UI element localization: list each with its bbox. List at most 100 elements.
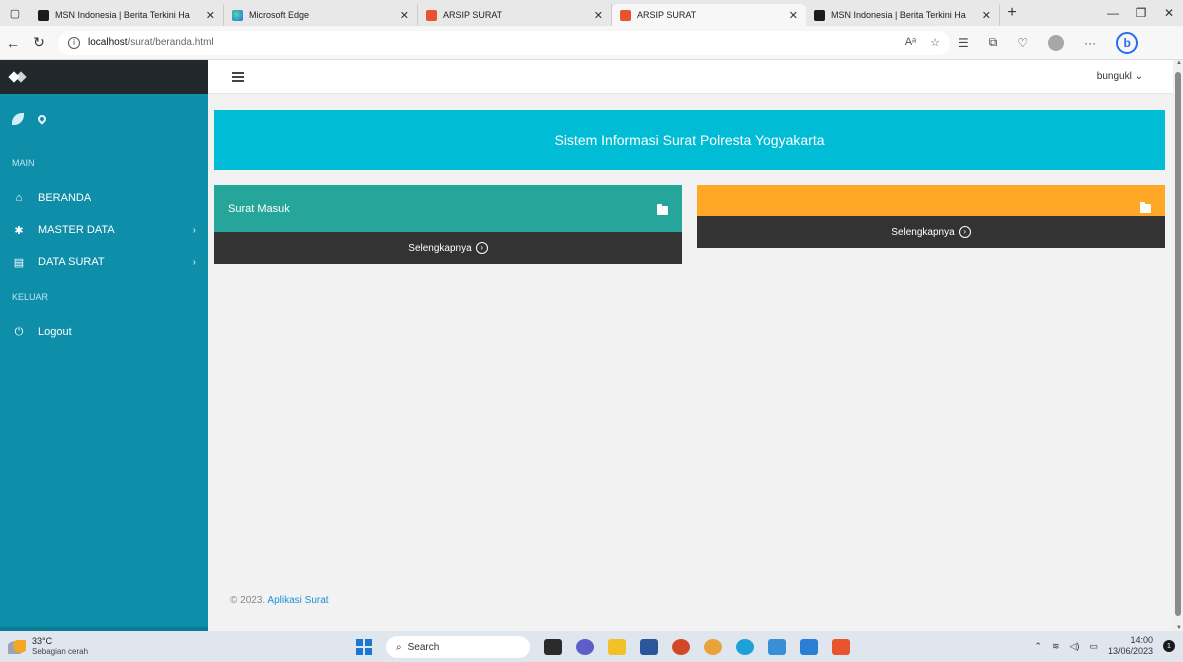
user-avatar-icon — [12, 113, 24, 125]
sidebar-item-data-surat[interactable]: ▤ DATA SURAT › — [0, 246, 208, 278]
msn-icon — [814, 9, 825, 21]
clock-date: 13/06/2023 — [1107, 646, 1153, 656]
window-controls: — ❐ ✕ — [1099, 0, 1183, 26]
tab-actions-icon[interactable]: ▢ — [0, 0, 30, 26]
close-window-icon[interactable]: ✕ — [1155, 6, 1183, 20]
browser-tab-5[interactable]: MSN Indonesia | Berita Terkini Ha ✕ — [806, 4, 1000, 26]
windows-taskbar: 33°C Sebagian cerah ⌕ Search ⌃ ≋ ◁) ▭ 14… — [0, 631, 1183, 662]
system-clock[interactable]: 14:00 13/06/2023 — [1108, 635, 1153, 657]
favorite-star-icon[interactable]: ☆ — [930, 36, 940, 49]
brand-logo-icon — [10, 71, 26, 83]
menu-toggle-icon[interactable] — [232, 71, 244, 82]
browser-tab-3[interactable]: ARSIP SURAT ✕ — [418, 4, 612, 26]
url-host: localhost — [88, 37, 128, 48]
folder-icon — [657, 204, 668, 215]
task-view-icon[interactable] — [544, 639, 562, 655]
minimize-icon[interactable]: — — [1099, 6, 1127, 20]
new-tab-button[interactable]: + — [1000, 4, 1024, 22]
word-icon[interactable] — [640, 639, 658, 655]
chrome-icon[interactable] — [704, 639, 722, 655]
chevron-right-icon: › — [192, 224, 196, 236]
xampp-icon — [620, 9, 631, 21]
weather-widget[interactable]: 33°C Sebagian cerah — [8, 636, 88, 657]
chevron-down-icon: ⌄ — [1134, 71, 1143, 82]
volume-icon[interactable]: ◁) — [1070, 641, 1080, 652]
url-input[interactable]: i localhost/surat/beranda.html Aᵃ ☆ — [58, 30, 950, 55]
sidebar-item-master-data[interactable]: ✱ MASTER DATA › — [0, 214, 208, 246]
vscode-icon[interactable] — [800, 639, 818, 655]
top-navbar: bungukl ⌄ — [208, 60, 1183, 94]
chevron-up-icon[interactable]: ⌃ — [1034, 641, 1042, 652]
partly-cloudy-icon — [8, 639, 26, 654]
gear-icon: ✱ — [14, 224, 24, 237]
address-bar: ← ↻ i localhost/surat/beranda.html Aᵃ ☆ … — [0, 26, 1183, 60]
browser-tab-2[interactable]: Microsoft Edge ✕ — [224, 4, 418, 26]
taskbar-search[interactable]: ⌕ Search — [386, 636, 530, 658]
more-menu-icon[interactable]: ··· — [1084, 36, 1096, 50]
chevron-right-icon: › — [192, 256, 196, 268]
footer-app-link[interactable]: Aplikasi Surat — [267, 595, 328, 606]
scroll-up-icon[interactable]: ▲ — [1176, 60, 1182, 66]
windows-start-icon[interactable] — [356, 639, 372, 655]
card-more-link[interactable]: Selengkapnya › — [214, 232, 682, 264]
card-header — [697, 185, 1165, 216]
sidebar-item-logout[interactable]: ⏻ Logout — [0, 316, 208, 348]
scrollbar-thumb[interactable] — [1175, 72, 1181, 616]
close-tab-icon[interactable]: ✕ — [789, 9, 798, 22]
performance-icon[interactable]: ♡ — [1017, 36, 1028, 50]
browser-tab-bar: ▢ MSN Indonesia | Berita Terkini Ha ✕ Mi… — [0, 0, 1183, 26]
close-tab-icon[interactable]: ✕ — [206, 9, 215, 22]
restore-icon[interactable]: ❐ — [1127, 6, 1155, 20]
page-footer: © 2023. Aplikasi Surat — [230, 595, 329, 606]
card-link-label: Selengkapnya — [891, 226, 955, 238]
photos-icon[interactable] — [768, 639, 786, 655]
profile-avatar[interactable] — [1048, 34, 1065, 51]
browser-toolbar: ☰ ⧉ ♡ ··· b — [958, 31, 1139, 54]
back-icon[interactable]: ← — [0, 35, 26, 51]
browser-tab-4[interactable]: ARSIP SURAT ✕ — [612, 4, 806, 26]
weather-temperature: 33°C — [32, 636, 53, 646]
teams-icon[interactable] — [576, 639, 594, 655]
card-surat-keluar: Selengkapnya › — [697, 185, 1165, 248]
user-menu[interactable]: bungukl ⌄ — [1097, 71, 1143, 82]
collections-icon[interactable]: ⧉ — [989, 35, 998, 50]
file-explorer-icon[interactable] — [608, 639, 626, 655]
xampp-taskbar-icon[interactable] — [832, 639, 850, 655]
sidebar-section-keluar: KELUAR — [12, 292, 49, 302]
arrow-circle-right-icon: › — [475, 242, 488, 254]
weather-description: Sebagian cerah — [32, 647, 89, 656]
url-actions: Aᵃ ☆ — [905, 36, 940, 49]
sidebar-item-beranda[interactable]: ⌂ BERANDA — [0, 182, 208, 214]
location-pin-icon — [36, 113, 48, 125]
search-icon: ⌕ — [396, 641, 402, 653]
tab-title: ARSIP SURAT — [443, 10, 503, 20]
page-scrollbar[interactable]: ▲ ▼ — [1173, 60, 1183, 631]
wifi-icon[interactable]: ≋ — [1052, 641, 1060, 652]
sidebar-brand[interactable] — [0, 60, 208, 94]
main-content: Sistem Informasi Surat Polresta Yogyakar… — [208, 94, 1173, 631]
favorites-icon[interactable]: ☰ — [958, 36, 969, 50]
page-banner: Sistem Informasi Surat Polresta Yogyakar… — [214, 110, 1165, 170]
battery-icon[interactable]: ▭ — [1089, 641, 1098, 652]
sidebar-item-label: DATA SURAT — [38, 256, 105, 268]
sidebar-item-label: MASTER DATA — [38, 224, 115, 236]
msn-icon — [38, 9, 49, 21]
read-aloud-icon[interactable]: Aᵃ — [905, 36, 916, 49]
edge-taskbar-icon[interactable] — [736, 639, 754, 655]
info-icon[interactable]: i — [68, 36, 80, 49]
browser-tab-1[interactable]: MSN Indonesia | Berita Terkini Ha ✕ — [30, 4, 224, 26]
notification-badge[interactable]: 1 — [1163, 640, 1175, 652]
close-tab-icon[interactable]: ✕ — [400, 9, 409, 22]
close-tab-icon[interactable]: ✕ — [594, 9, 603, 22]
bing-icon[interactable]: b — [1116, 31, 1139, 54]
clock-time: 14:00 — [1130, 635, 1153, 645]
close-tab-icon[interactable]: ✕ — [982, 9, 991, 22]
refresh-icon[interactable]: ↻ — [26, 34, 52, 51]
sidebar-item-label: Logout — [38, 326, 72, 338]
edge-icon — [232, 9, 243, 21]
powerpoint-icon[interactable] — [672, 639, 690, 655]
sidebar-section-main: MAIN — [12, 158, 35, 168]
card-more-link[interactable]: Selengkapnya › — [697, 216, 1165, 248]
user-name: bungukl — [1096, 71, 1132, 82]
arrow-circle-right-icon: › — [958, 226, 971, 238]
